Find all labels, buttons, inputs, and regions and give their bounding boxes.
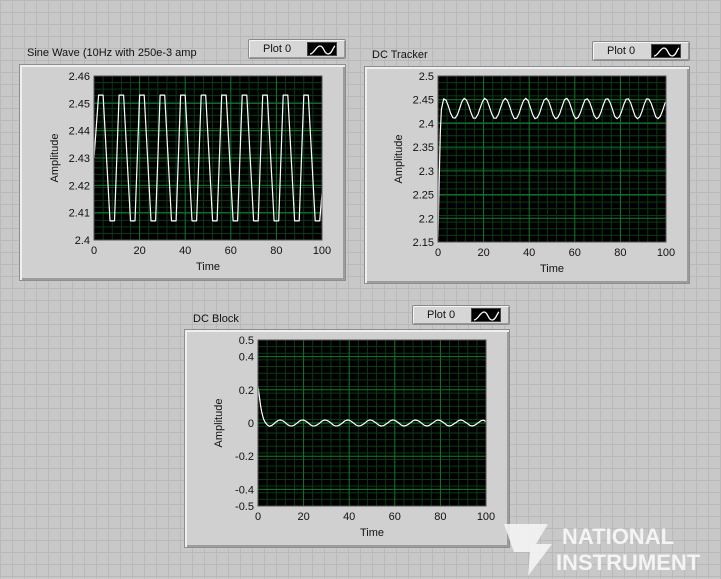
y-tick-label: -0.4 xyxy=(235,484,254,496)
y-tick-label: -0.5 xyxy=(235,501,254,513)
y-tick-label: -0.2 xyxy=(235,451,254,463)
y-tick-label: 0.4 xyxy=(239,352,254,364)
x-tick-label: 20 xyxy=(297,511,309,523)
y-tick-label: 0 xyxy=(248,418,254,430)
x-tick-label: 60 xyxy=(389,511,401,523)
svg-text:INSTRUMENT: INSTRUMENT xyxy=(556,550,701,575)
x-tick-label: 0 xyxy=(255,511,261,523)
x-tick-label: 100 xyxy=(477,511,495,523)
y-axis-label: Amplitude xyxy=(213,399,225,448)
national-instruments-logo: NATIONAL INSTRUMENT xyxy=(504,524,701,576)
y-tick-label: 0.2 xyxy=(239,385,254,397)
x-tick-label: 40 xyxy=(343,511,355,523)
y-tick-label: 0.5 xyxy=(239,335,254,347)
x-tick-label: 80 xyxy=(434,511,446,523)
x-axis-label: Time xyxy=(360,527,384,539)
dc-block-chart: 0 20 40 60 80 100 -0.5 -0.4 -0.2 0 0.2 0.4 0.5 Time Am… xyxy=(213,335,495,539)
svg-text:NATIONAL: NATIONAL xyxy=(562,524,674,549)
